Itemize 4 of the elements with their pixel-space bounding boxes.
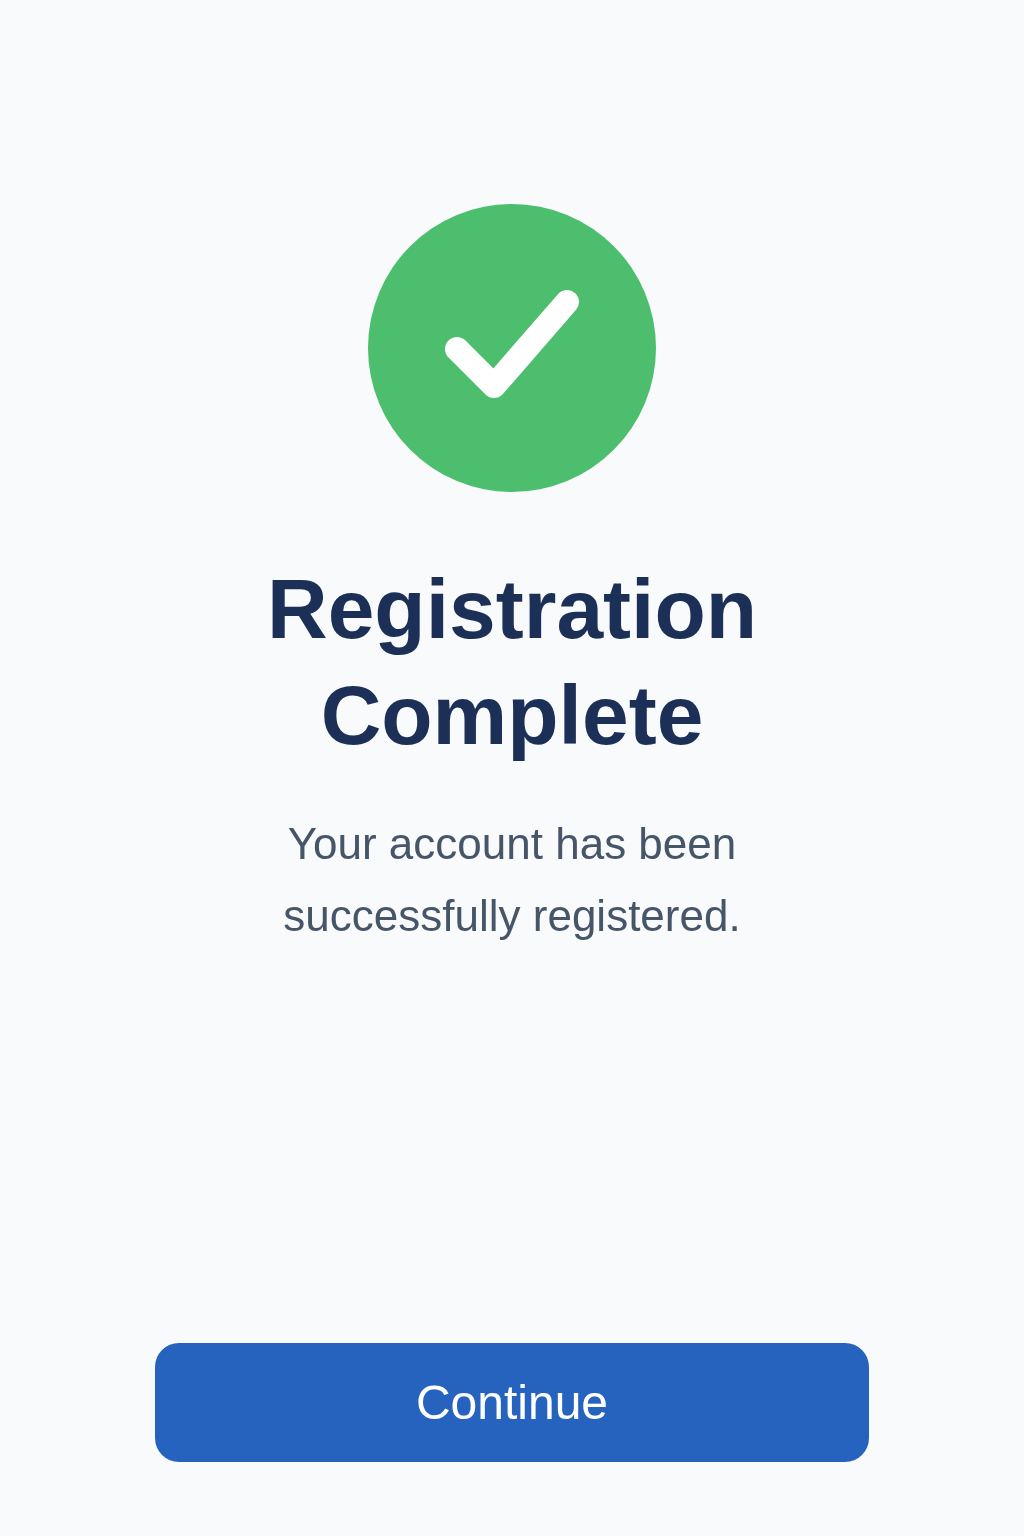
check-circle-icon [367,204,657,492]
success-message: Your account has been successfully registered. [282,818,742,942]
page-title: Registration Complete [265,561,759,764]
continue-button[interactable]: Continue [155,1343,869,1462]
